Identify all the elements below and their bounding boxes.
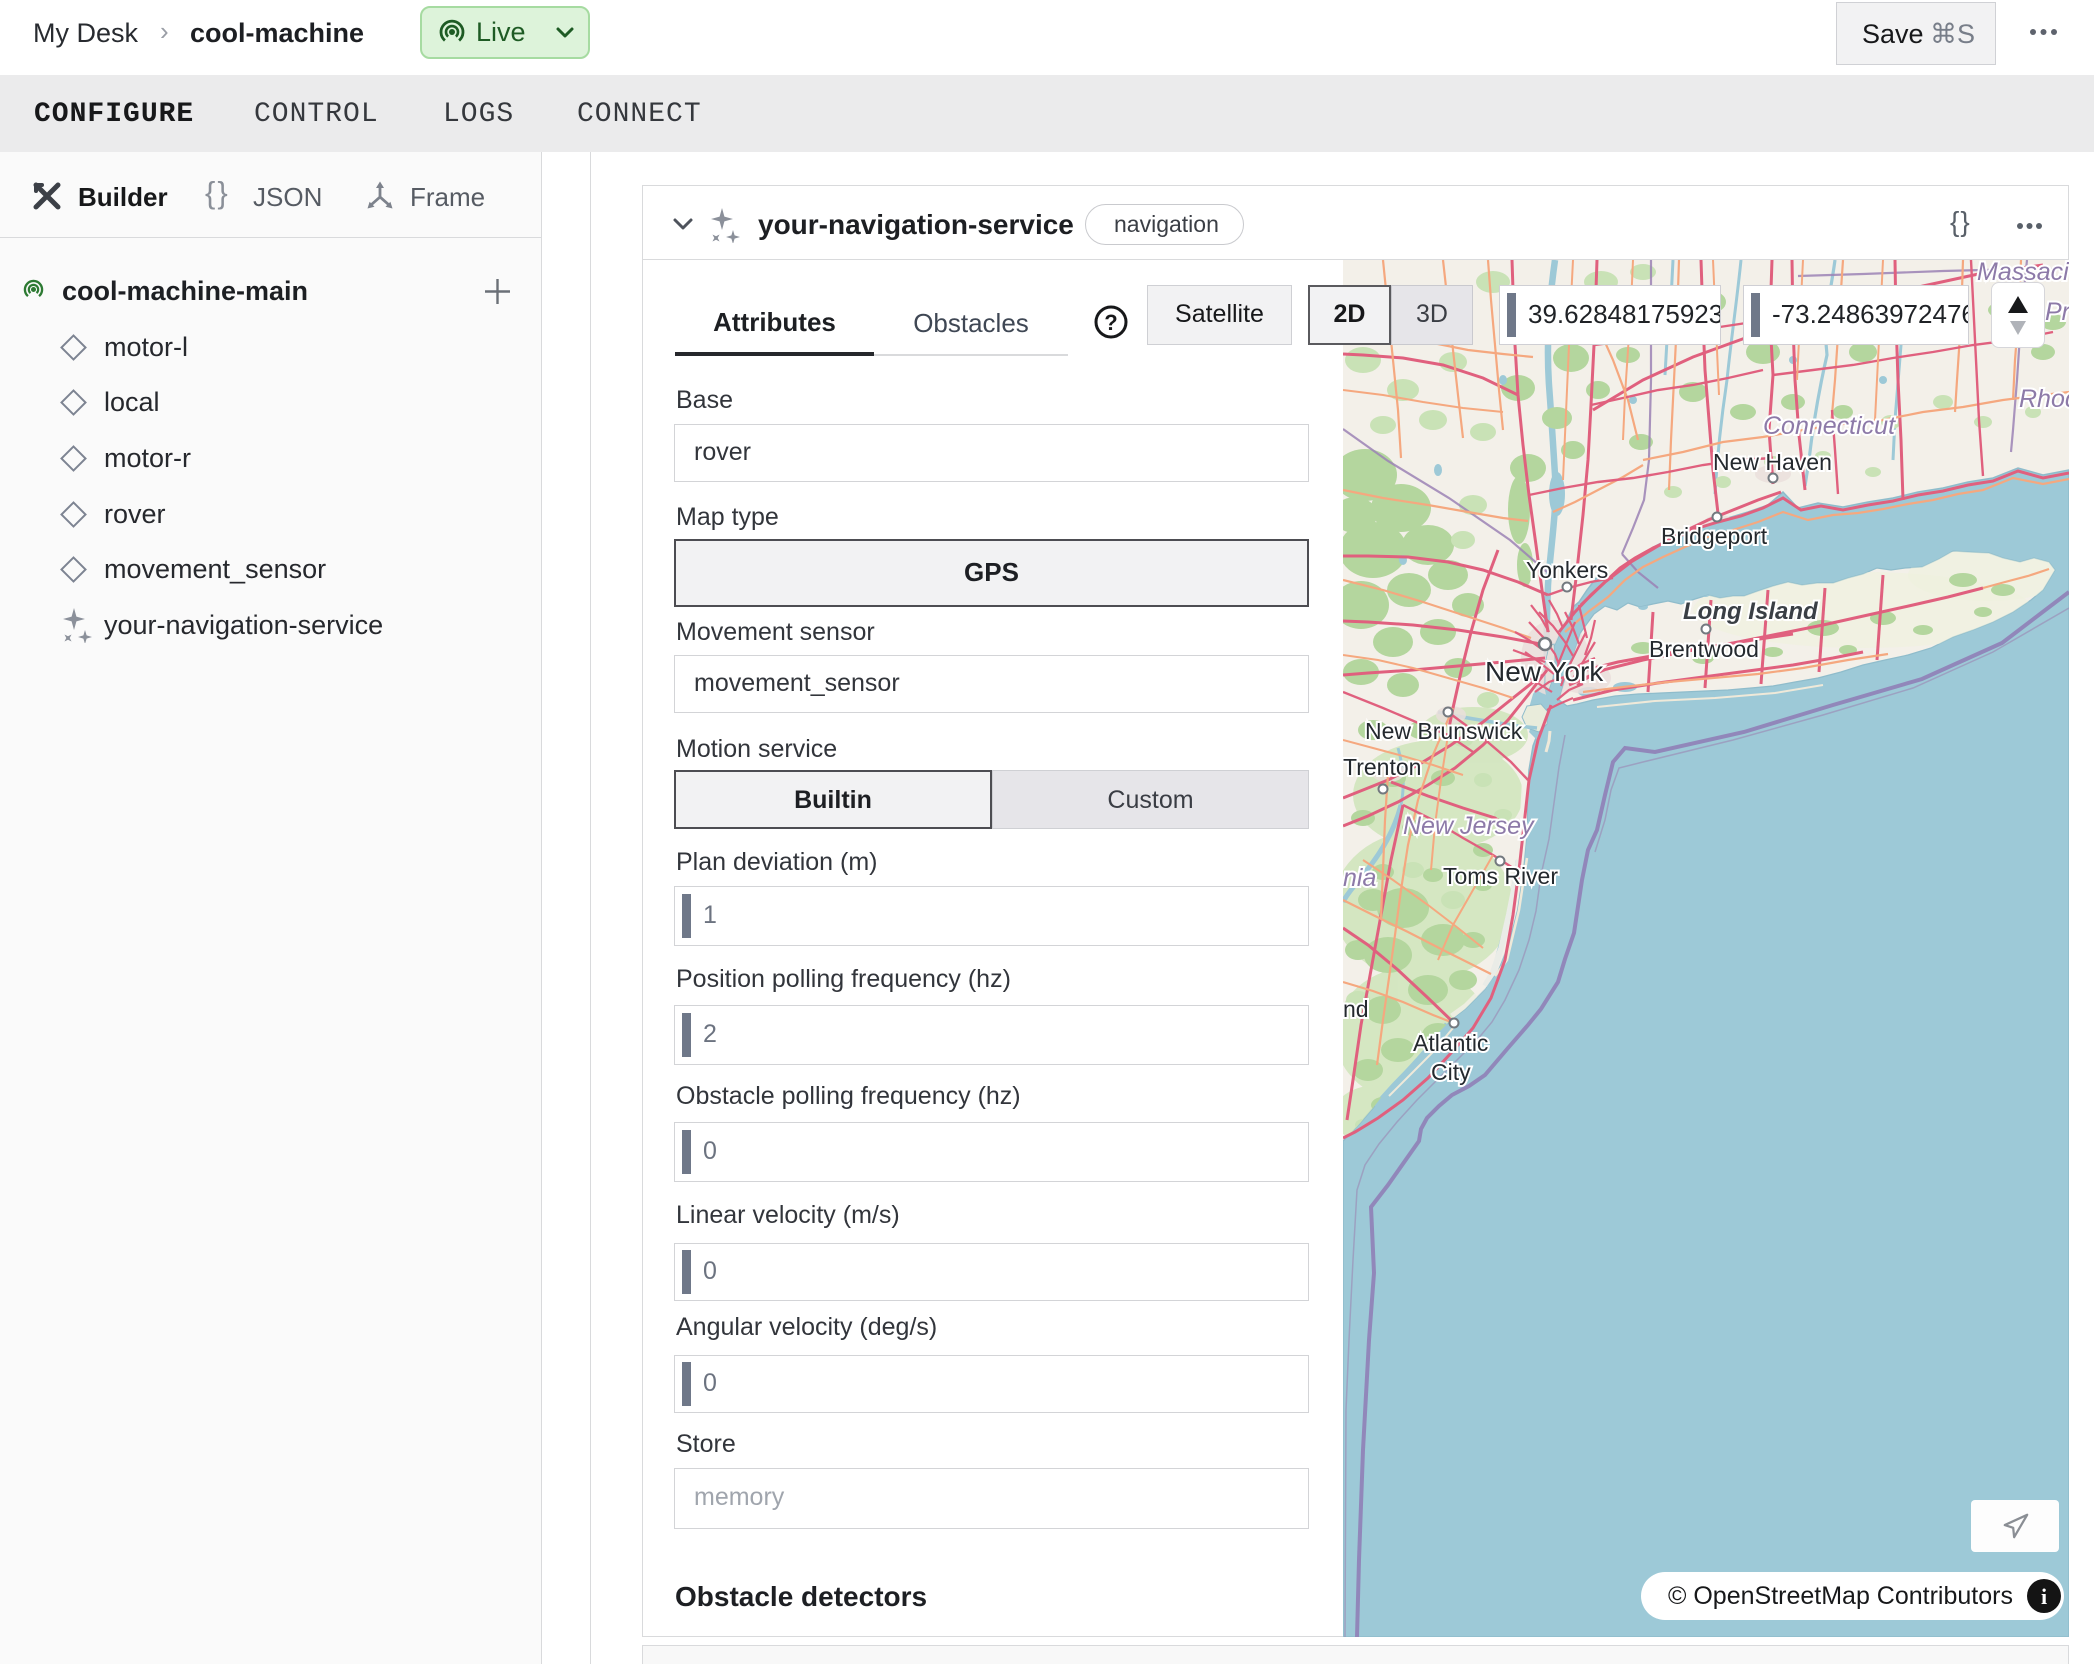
svg-text:New Haven: New Haven — [1713, 449, 1832, 475]
svg-text:New Jersey: New Jersey — [1403, 812, 1535, 840]
svg-text:New York: New York — [1485, 656, 1604, 687]
svg-text:nd: nd — [1343, 996, 1369, 1022]
svg-text:nia: nia — [1343, 864, 1376, 892]
svg-text:Rhod: Rhod — [2019, 385, 2069, 413]
svg-text:New Brunswick: New Brunswick — [1365, 718, 1523, 744]
svg-text:City: City — [1431, 1059, 1471, 1085]
svg-text:Long Island: Long Island — [1683, 598, 1819, 625]
svg-text:Brentwood: Brentwood — [1649, 636, 1759, 662]
svg-text:Trenton: Trenton — [1343, 754, 1421, 780]
svg-text:Pro: Pro — [2045, 298, 2069, 326]
svg-text:Toms River: Toms River — [1443, 863, 1558, 889]
svg-text:Bridgeport: Bridgeport — [1661, 523, 1768, 549]
svg-text:?: ? — [1104, 310, 1117, 335]
svg-text:Atlantic: Atlantic — [1413, 1030, 1488, 1056]
svg-text:Connecticut: Connecticut — [1763, 412, 1896, 440]
svg-text:Yonkers: Yonkers — [1526, 557, 1608, 583]
